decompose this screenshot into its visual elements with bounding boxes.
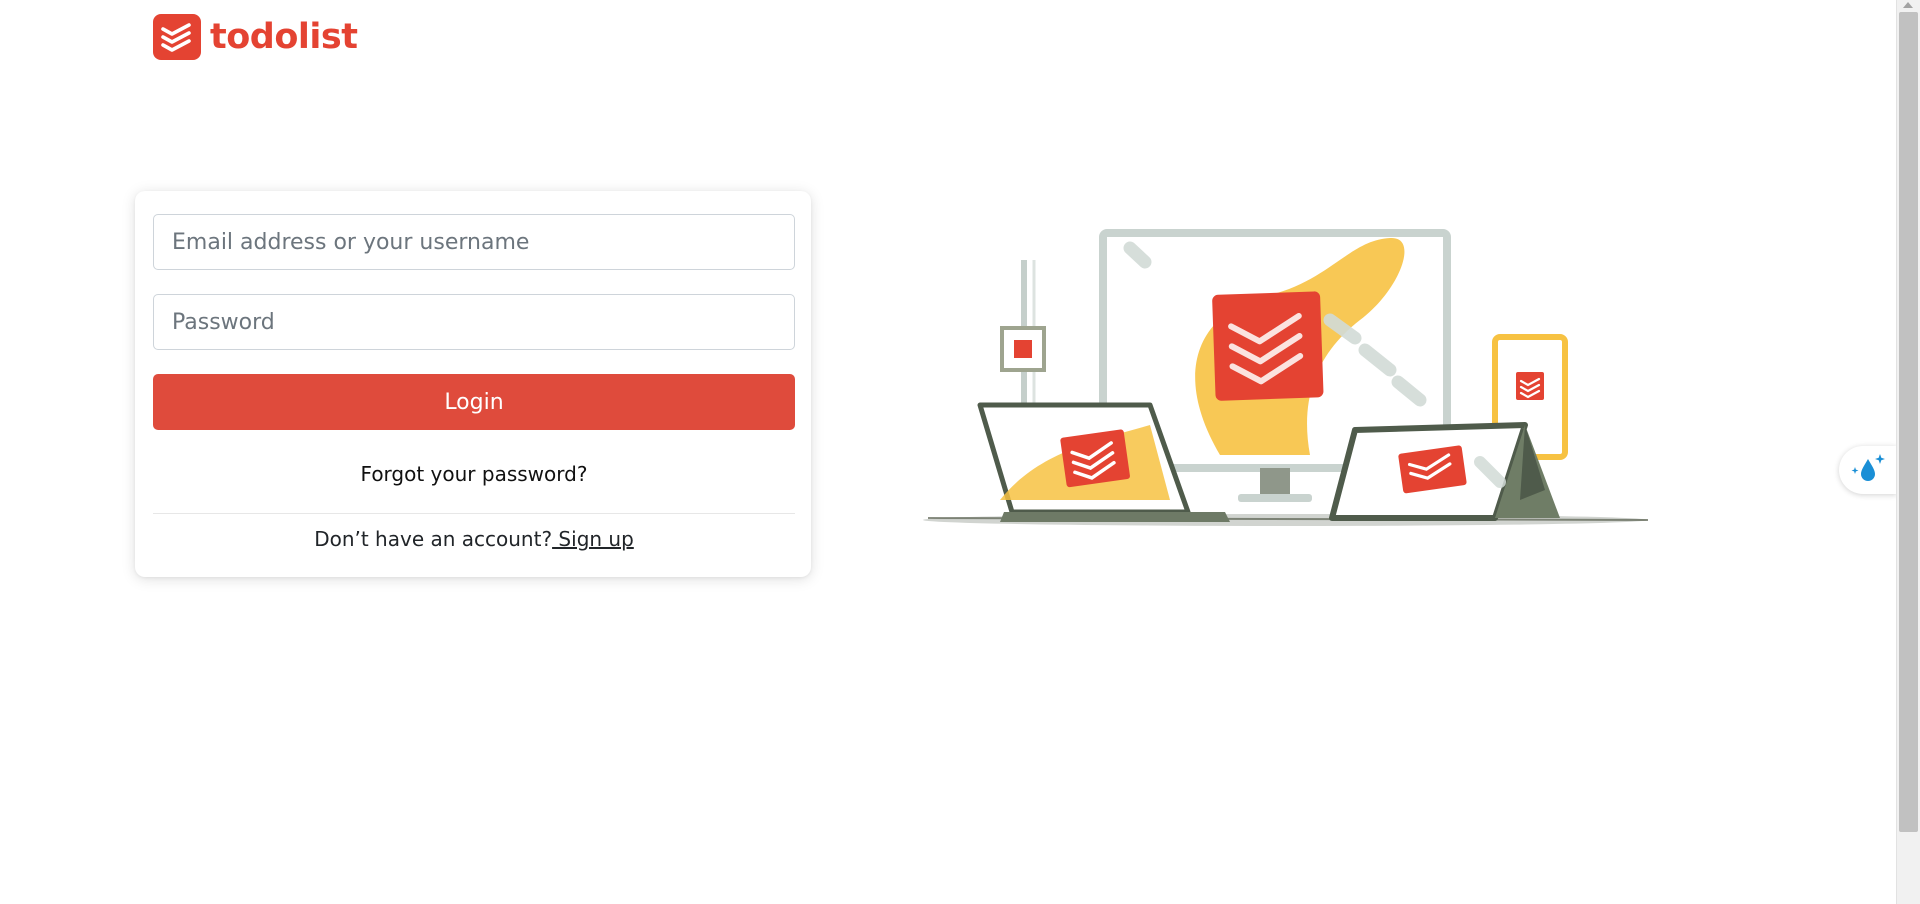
signup-line: Don’t have an account? Sign up [153, 527, 795, 551]
email-field[interactable] [153, 214, 795, 270]
forgot-password-link[interactable]: Forgot your password? [153, 462, 795, 486]
login-page: todolist Login Forgot your password? Don… [0, 0, 1920, 904]
signup-prompt: Don’t have an account? [314, 527, 553, 551]
layered-chevrons-icon [153, 14, 201, 60]
divider [153, 513, 795, 514]
brand-name: todolist [210, 16, 358, 57]
scrollbar-thumb[interactable] [1899, 12, 1918, 832]
vertical-scrollbar[interactable] [1896, 0, 1920, 904]
login-card: Login Forgot your password? Don’t have a… [135, 191, 811, 577]
scroll-up-icon[interactable] [1903, 2, 1913, 8]
floating-helper-button[interactable] [1839, 446, 1897, 494]
login-button[interactable]: Login [153, 374, 795, 430]
water-drop-sparkle-icon [1850, 451, 1886, 489]
devices-illustration [920, 200, 1655, 560]
brand-logo[interactable]: todolist [153, 14, 358, 60]
password-field[interactable] [153, 294, 795, 350]
signup-link[interactable]: Sign up [552, 527, 633, 551]
